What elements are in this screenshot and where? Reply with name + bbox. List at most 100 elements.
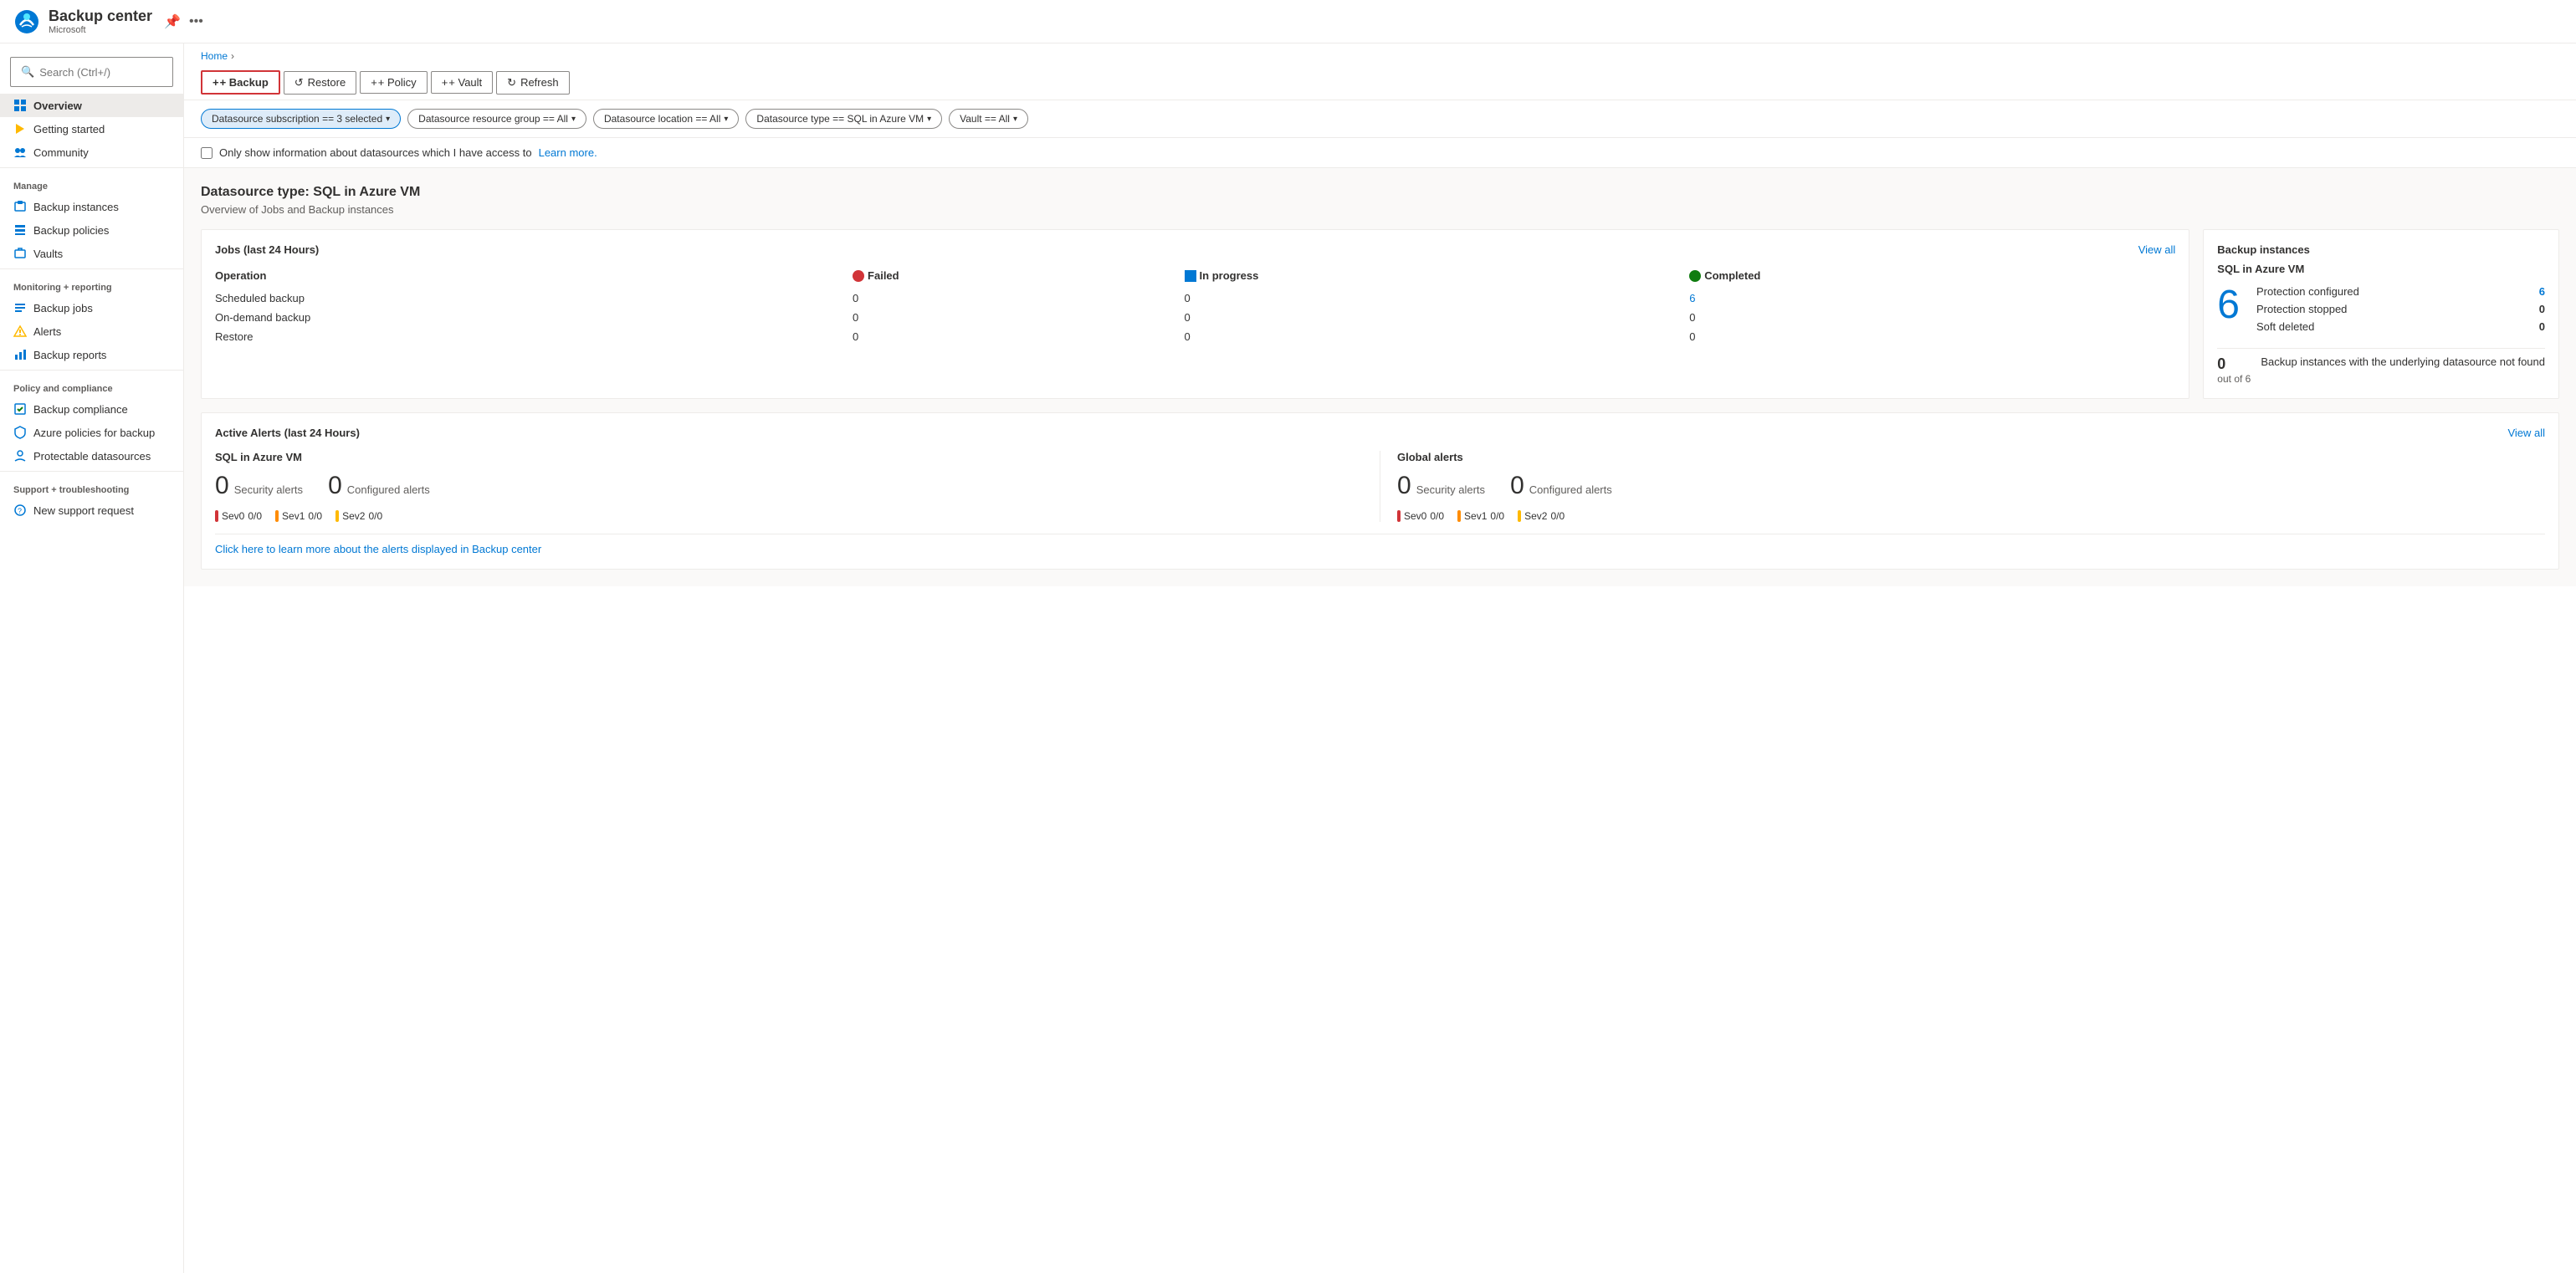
breadcrumb-home[interactable]: Home <box>201 50 228 62</box>
sidebar-item-overview[interactable]: Overview <box>0 94 183 117</box>
table-row: On-demand backup 0 0 0 <box>215 308 2175 327</box>
sidebar-item-backup-compliance[interactable]: Backup compliance <box>0 397 183 421</box>
alerts-card: Active Alerts (last 24 Hours) View all S… <box>201 412 2559 570</box>
restore-button[interactable]: ↺ Restore <box>284 71 356 95</box>
sidebar-item-label: Azure policies for backup <box>33 427 155 439</box>
table-row: Restore 0 0 0 <box>215 327 2175 346</box>
vault-plus-icon: + <box>442 76 448 89</box>
sidebar-item-label: Backup instances <box>33 201 119 213</box>
sidebar-item-community[interactable]: Community <box>0 141 183 164</box>
backup-instances-icon <box>13 200 27 213</box>
refresh-button[interactable]: ↻ Refresh <box>496 71 569 95</box>
backup-reports-icon <box>13 348 27 361</box>
col-failed: Failed <box>853 266 1185 289</box>
filter-expand-icon: ▾ <box>927 115 931 124</box>
breadcrumb-sep: › <box>231 50 234 62</box>
sql-sev2: Sev2 0/0 <box>335 510 382 522</box>
jobs-card-title: Jobs (last 24 Hours) <box>215 243 319 256</box>
filter-expand-icon: ▾ <box>571 115 576 124</box>
global-sev2: Sev2 0/0 <box>1518 510 1565 522</box>
not-found-out-of: out of 6 <box>2217 373 2251 385</box>
sidebar: 🔍 « Overview Getting started Community M… <box>0 43 184 1273</box>
more-icon[interactable]: ••• <box>189 14 203 29</box>
bi-card-title: Backup instances <box>2217 243 2545 256</box>
sql-configured-count: 0 <box>328 472 342 500</box>
global-sev0: Sev0 0/0 <box>1397 510 1444 522</box>
sidebar-item-vaults[interactable]: Vaults <box>0 242 183 265</box>
jobs-view-all-link[interactable]: View all <box>2138 243 2176 256</box>
soft-deleted-label: Soft deleted <box>2256 320 2314 333</box>
sidebar-item-label: Protectable datasources <box>33 450 151 463</box>
policy-plus-icon: + <box>371 76 377 89</box>
sql-sev0: Sev0 0/0 <box>215 510 262 522</box>
sidebar-item-backup-reports[interactable]: Backup reports <box>0 343 183 366</box>
sidebar-item-label: Getting started <box>33 123 105 135</box>
global-security-label: Security alerts <box>1416 483 1485 496</box>
policy-button[interactable]: + + Policy <box>360 71 427 94</box>
sidebar-section-policy: Policy and compliance <box>0 374 183 397</box>
filter-vault[interactable]: Vault == All ▾ <box>949 109 1028 129</box>
sidebar-item-alerts[interactable]: Alerts <box>0 320 183 343</box>
pin-icon[interactable]: 📌 <box>164 13 181 30</box>
filter-location[interactable]: Datasource location == All ▾ <box>593 109 739 129</box>
sidebar-item-getting-started[interactable]: Getting started <box>0 117 183 141</box>
protection-configured-label: Protection configured <box>2256 285 2359 298</box>
completed-link-0[interactable]: 6 <box>1689 292 1695 304</box>
not-found-count: 0 <box>2217 355 2251 373</box>
alerts-global-section: Global alerts 0 Security alerts 0 Config… <box>1397 451 2545 522</box>
col-completed: Completed <box>1689 266 2175 289</box>
global-configured-label: Configured alerts <box>1529 483 1612 496</box>
sidebar-item-label: Alerts <box>33 325 61 338</box>
table-row: Scheduled backup 0 0 6 <box>215 289 2175 308</box>
access-filter-checkbox[interactable] <box>201 147 213 159</box>
failed-icon <box>853 270 864 282</box>
app-title: Backup center <box>49 8 152 25</box>
backup-jobs-icon <box>13 301 27 314</box>
sidebar-item-new-support[interactable]: ? New support request <box>0 498 183 522</box>
sidebar-item-label: Backup jobs <box>33 302 93 314</box>
sidebar-item-azure-policies[interactable]: Azure policies for backup <box>0 421 183 444</box>
sql-security-count: 0 <box>215 472 229 500</box>
app-icon <box>13 8 40 35</box>
support-icon: ? <box>13 504 27 517</box>
backup-button[interactable]: + + Backup <box>201 70 280 95</box>
protection-configured-value[interactable]: 6 <box>2539 285 2545 298</box>
backup-compliance-icon <box>13 402 27 416</box>
protection-stopped-value: 0 <box>2539 303 2545 315</box>
completed-icon <box>1689 270 1701 282</box>
vault-button[interactable]: + + Vault <box>431 71 493 94</box>
sql-configured-label: Configured alerts <box>347 483 430 496</box>
main-content: Home › + + Backup ↺ Restore + + Policy + <box>184 43 2576 1273</box>
datasource-title: Datasource type: SQL in Azure VM <box>201 185 2559 200</box>
svg-text:?: ? <box>18 507 22 515</box>
sidebar-item-backup-jobs[interactable]: Backup jobs <box>0 296 183 320</box>
alerts-card-title: Active Alerts (last 24 Hours) <box>215 427 360 439</box>
alerts-view-all-link[interactable]: View all <box>2507 427 2545 439</box>
filter-expand-icon: ▾ <box>1013 115 1017 124</box>
global-configured-count: 0 <box>1510 472 1524 500</box>
vaults-icon <box>13 247 27 260</box>
search-input[interactable] <box>39 66 184 79</box>
filter-expand-icon: ▾ <box>724 115 728 124</box>
bi-total-count: 6 <box>2217 285 2240 325</box>
sidebar-item-label: Overview <box>33 100 82 112</box>
filter-subscription[interactable]: Datasource subscription == 3 selected ▾ <box>201 109 401 129</box>
col-operation: Operation <box>215 266 853 289</box>
alerts-learn-more-link[interactable]: Click here to learn more about the alert… <box>215 543 541 555</box>
filter-datasource-type[interactable]: Datasource type == SQL in Azure VM ▾ <box>745 109 942 129</box>
sidebar-item-backup-instances[interactable]: Backup instances <box>0 195 183 218</box>
inprogress-icon <box>1185 270 1196 282</box>
access-filter-label: Only show information about datasources … <box>219 146 532 159</box>
sidebar-item-protectable-datasources[interactable]: Protectable datasources <box>0 444 183 468</box>
filter-expand-icon: ▾ <box>386 115 390 124</box>
sidebar-item-backup-policies[interactable]: Backup policies <box>0 218 183 242</box>
getting-started-icon <box>13 122 27 135</box>
sidebar-section-monitoring: Monitoring + reporting <box>0 273 183 296</box>
protectable-icon <box>13 449 27 463</box>
sidebar-item-label: New support request <box>33 504 134 517</box>
learn-more-link[interactable]: Learn more. <box>539 146 597 159</box>
not-found-label: Backup instances with the underlying dat… <box>2261 355 2545 368</box>
sidebar-item-label: Vaults <box>33 248 63 260</box>
datasource-subtitle: Overview of Jobs and Backup instances <box>201 203 2559 216</box>
filter-resource-group[interactable]: Datasource resource group == All ▾ <box>407 109 586 129</box>
